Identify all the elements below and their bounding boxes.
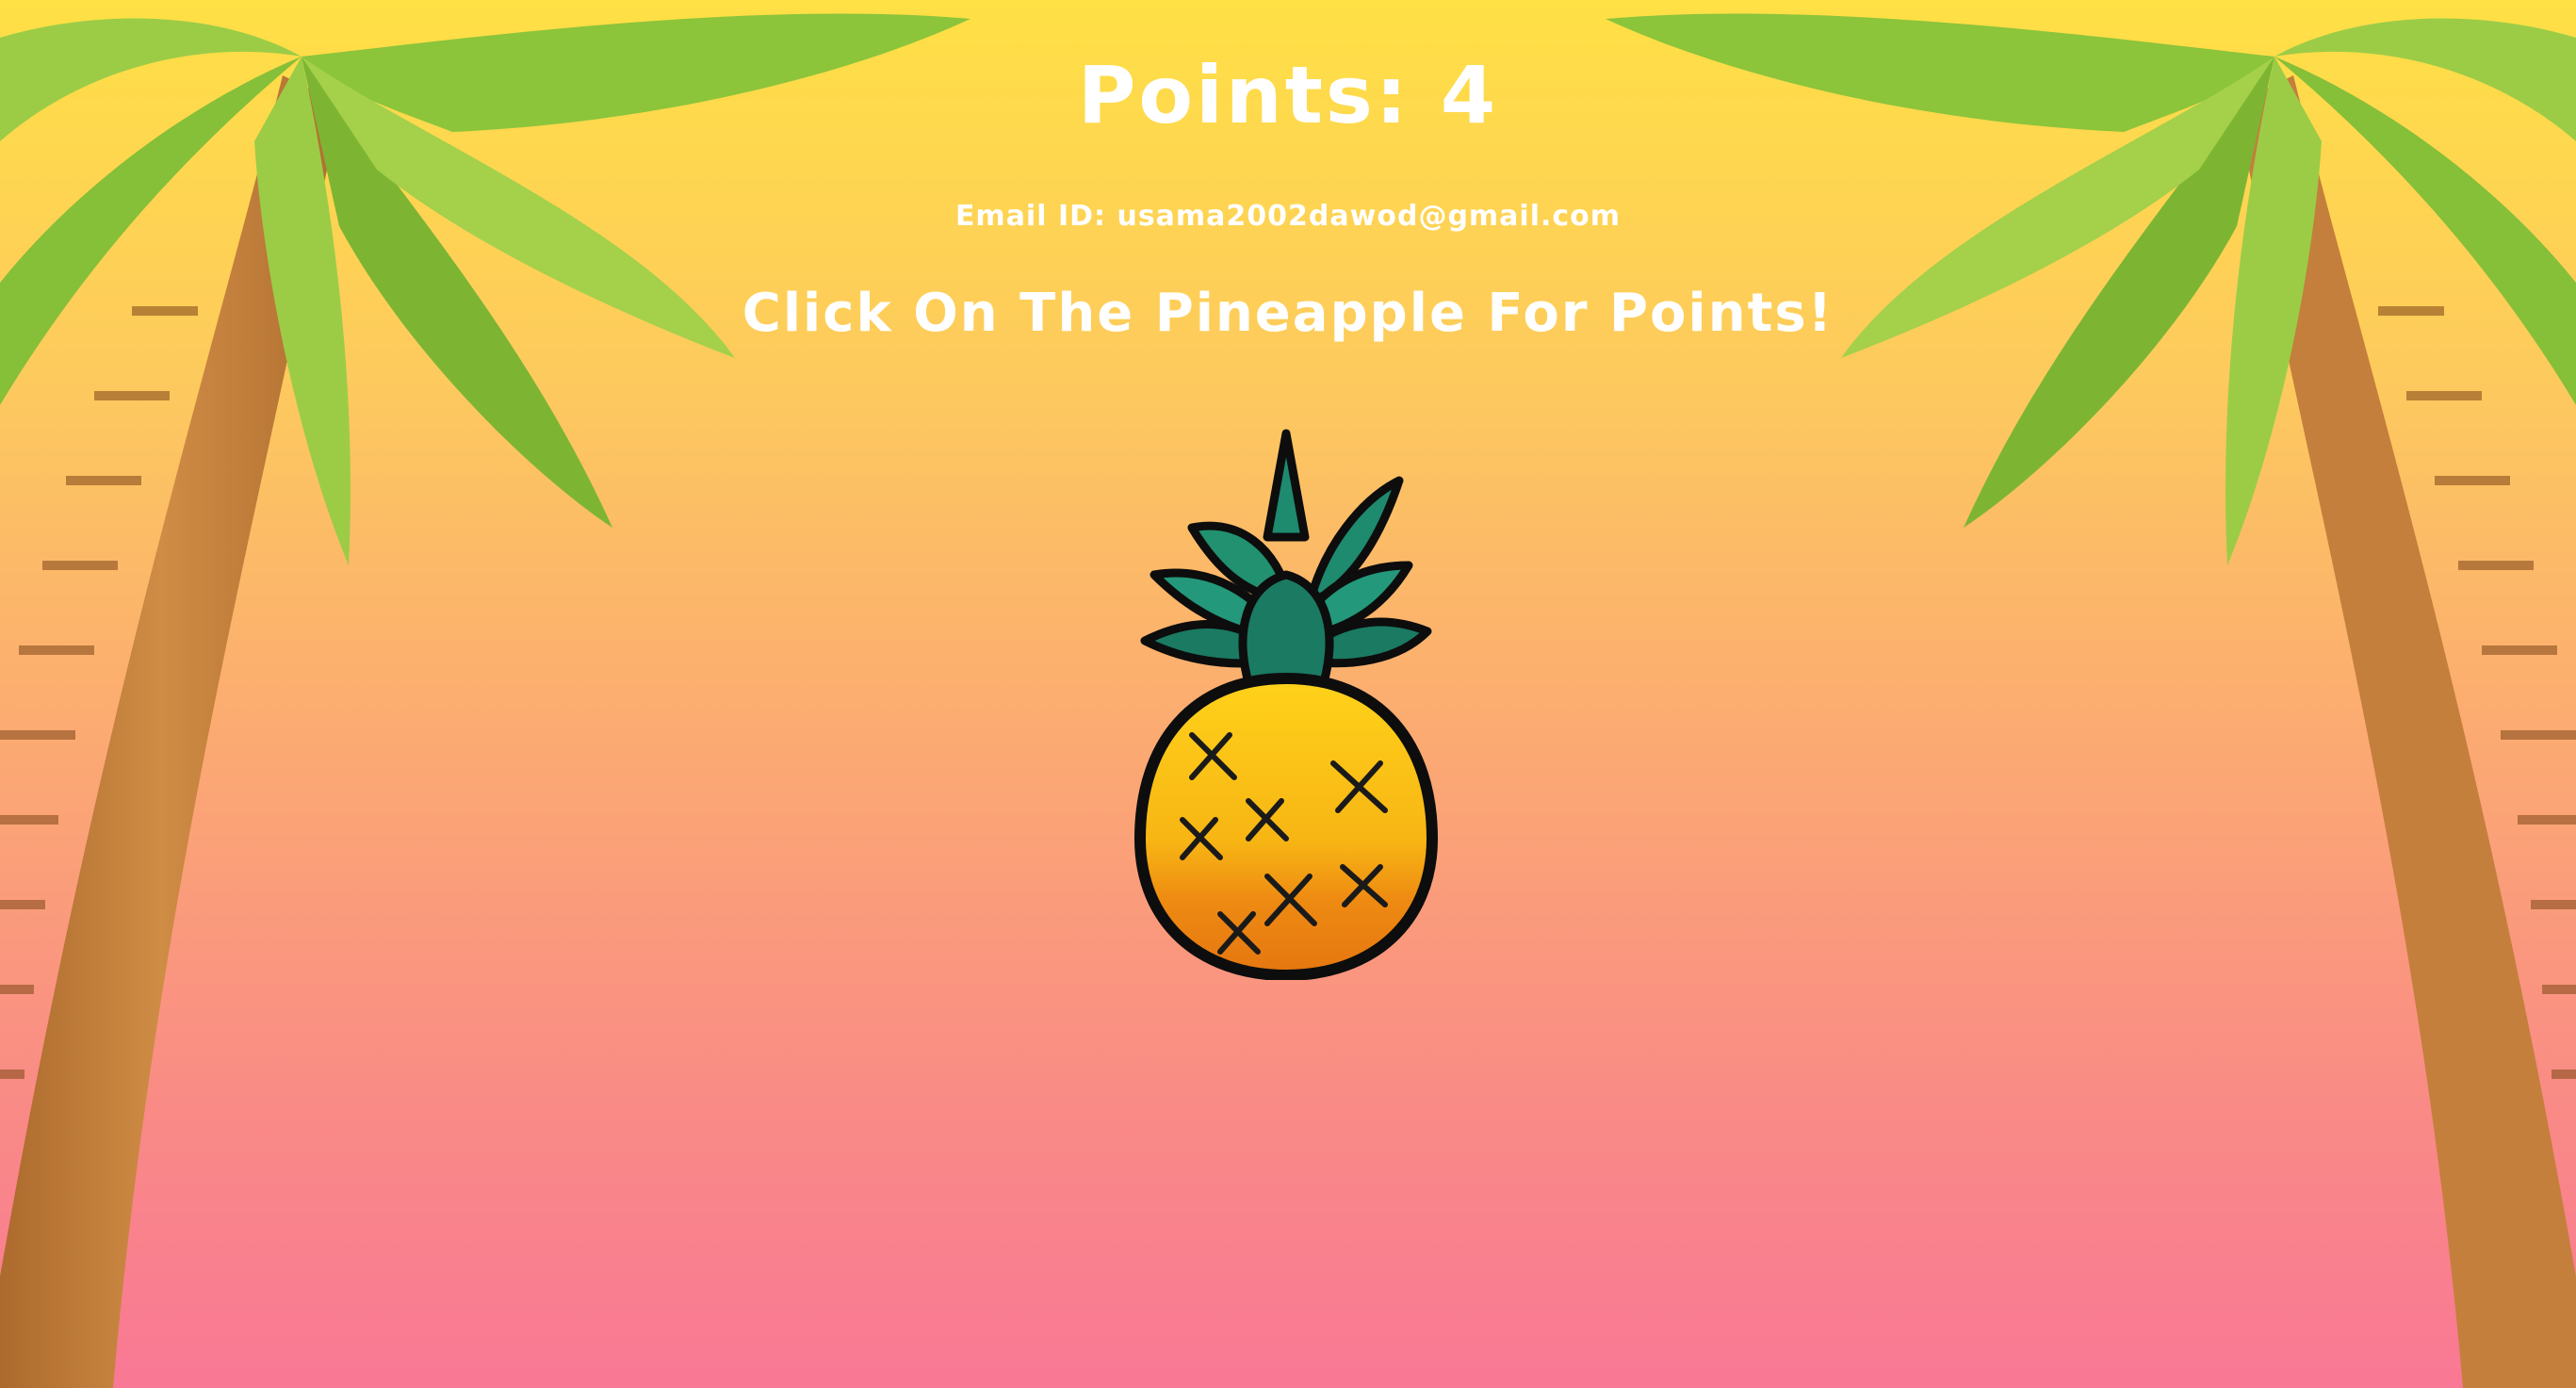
points-value: 4	[1440, 49, 1499, 141]
email-value: usama2002dawod@gmail.com	[1117, 200, 1622, 233]
pineapple-icon	[1133, 429, 1439, 982]
email-display: Email ID: usama2002dawod@gmail.com	[0, 200, 2576, 233]
points-label: Points:	[1077, 49, 1410, 141]
points-display: Points: 4	[0, 49, 2576, 141]
email-label: Email ID:	[954, 200, 1107, 233]
pineapple-button[interactable]	[1126, 424, 1446, 982]
game-scene: Points: 4 Email ID: usama2002dawod@gmail…	[0, 0, 2576, 1388]
instruction-text: Click On The Pineapple For Points!	[742, 283, 1834, 344]
